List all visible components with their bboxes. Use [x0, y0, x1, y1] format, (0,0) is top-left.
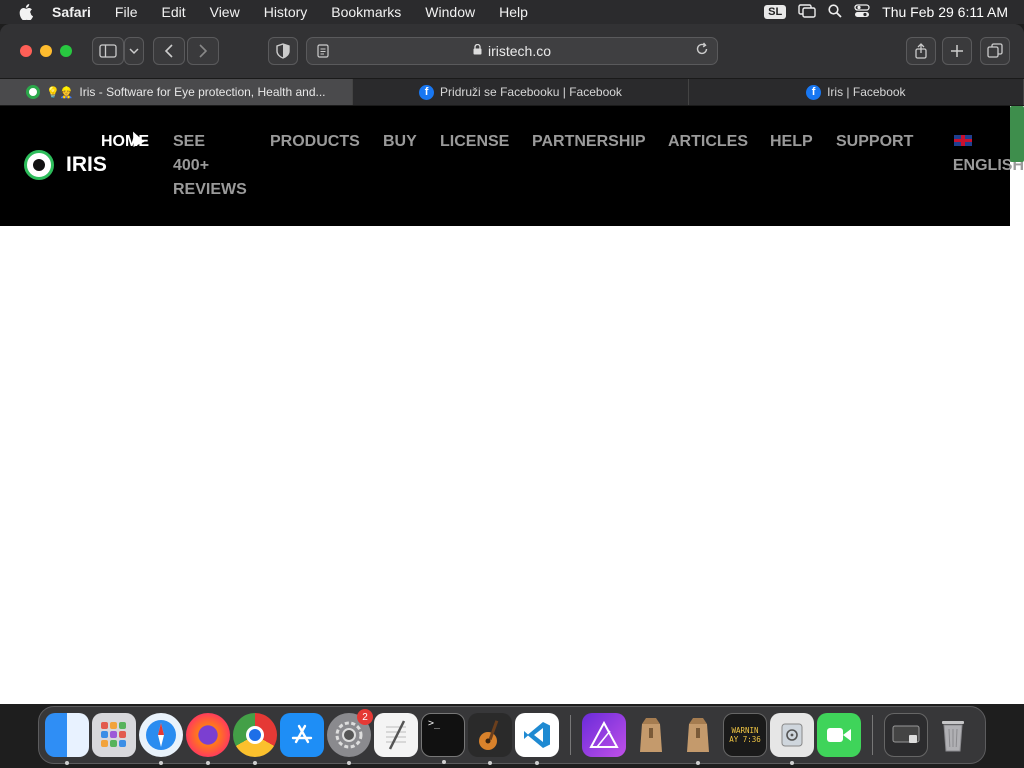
scrollbar-thumb[interactable] [1010, 106, 1024, 162]
share-button[interactable] [906, 37, 936, 65]
safari-icon[interactable] [139, 713, 183, 765]
chevron-right-icon [199, 44, 208, 58]
back-button[interactable] [153, 37, 185, 65]
launchpad-icon[interactable] [92, 713, 136, 757]
garageband-icon[interactable] [468, 713, 512, 765]
browser-toolbar: iristech.co [0, 24, 1024, 78]
logo-text: IRIS [66, 153, 107, 176]
tab-label: Pridruži se Facebooku | Facebook [440, 85, 622, 99]
menu-history[interactable]: History [252, 4, 320, 20]
tab-bar: 💡👷 Iris - Software for Eye protection, H… [0, 78, 1024, 106]
dock-separator [570, 715, 571, 755]
clock[interactable]: Thu Feb 29 6:11 AM [882, 4, 1008, 20]
nav-help[interactable]: HELP [770, 130, 813, 154]
facebook-icon: f [419, 84, 435, 100]
dock: 2 >_ WARNIN AY 7:36 [38, 706, 986, 765]
fullscreen-button[interactable] [60, 45, 72, 57]
search-icon[interactable] [828, 3, 842, 21]
input-source-badge[interactable]: SL [764, 5, 787, 19]
archive-utility-icon[interactable] [676, 713, 720, 765]
facetime-icon[interactable] [817, 713, 861, 757]
affinity-designer-icon[interactable] [582, 713, 626, 757]
share-icon [915, 43, 927, 59]
sidebar-dropdown-button[interactable] [124, 37, 144, 65]
bulb-icon: 💡👷 [46, 86, 74, 99]
close-button[interactable] [20, 45, 32, 57]
disk-utility-icon[interactable] [770, 713, 814, 765]
url-text: iristech.co [487, 43, 552, 59]
nav-reviews-line1: SEE [173, 133, 206, 150]
iris-favicon [26, 85, 40, 99]
trash-icon[interactable] [931, 713, 975, 757]
finder-icon[interactable] [45, 713, 89, 765]
system-preferences-icon[interactable]: 2 [327, 709, 373, 765]
privacy-report-button[interactable] [268, 37, 298, 65]
site-header: IRIS HOME SEE 400+ REVIEWS PRODUCTS BUY … [0, 106, 1024, 226]
new-tab-button[interactable] [942, 37, 972, 65]
vscode-icon[interactable] [515, 713, 559, 765]
chevron-left-icon [164, 44, 173, 58]
minimize-button[interactable] [40, 45, 52, 57]
sidebar-icon [99, 44, 117, 58]
nav-reviews[interactable]: SEE 400+ REVIEWS [173, 130, 247, 202]
dock-separator [872, 715, 873, 755]
sidebar-toggle-button[interactable] [92, 37, 124, 65]
nav-support[interactable]: SUPPORT [836, 130, 913, 154]
menu-view[interactable]: View [198, 4, 252, 20]
lock-icon [473, 43, 482, 58]
tab-overview-icon [987, 43, 1003, 58]
chrome-icon[interactable] [233, 713, 277, 765]
nav-partnership[interactable]: PARTNERSHIP [532, 130, 646, 154]
reader-icon[interactable] [317, 44, 329, 61]
terminal-icon[interactable]: >_ [421, 713, 465, 764]
app-store-icon[interactable] [280, 713, 324, 757]
tab-label: Iris | Facebook [827, 85, 906, 99]
control-center-icon[interactable] [854, 3, 870, 21]
uk-flag-icon [954, 135, 972, 146]
menu-window[interactable]: Window [413, 4, 487, 20]
reload-icon[interactable] [695, 42, 709, 59]
nav-reviews-line3: REVIEWS [173, 181, 247, 198]
facebook-icon: f [806, 84, 822, 100]
textedit-icon[interactable] [374, 713, 418, 757]
menu-file[interactable]: File [103, 4, 150, 20]
tab-iris[interactable]: 💡👷 Iris - Software for Eye protection, H… [0, 79, 354, 105]
plus-icon [951, 45, 963, 57]
iris-logo-icon [24, 150, 54, 180]
window-controls [20, 45, 72, 57]
safari-window: iristech.co 💡👷 Iris - Software for Eye p… [0, 24, 1024, 704]
tab-overview-button[interactable] [980, 37, 1010, 65]
tab-iris-facebook[interactable]: f Iris | Facebook [689, 79, 1024, 105]
address-bar[interactable]: iristech.co [306, 37, 718, 65]
menu-edit[interactable]: Edit [149, 4, 197, 20]
tab-label: Iris - Software for Eye protection, Heal… [79, 85, 326, 99]
nav-articles[interactable]: ARTICLES [668, 130, 748, 154]
firefox-icon[interactable] [186, 713, 230, 765]
tab-facebook-join[interactable]: f Pridruži se Facebooku | Facebook [353, 79, 689, 105]
chevron-down-icon [129, 48, 139, 55]
nav-license[interactable]: LICENSE [440, 130, 509, 154]
screen-mirroring-icon[interactable] [798, 3, 816, 21]
apple-menu-icon[interactable] [0, 4, 52, 20]
archive-utility-icon[interactable] [629, 713, 673, 757]
forward-button[interactable] [187, 37, 219, 65]
menu-bookmarks[interactable]: Bookmarks [319, 4, 413, 20]
console-icon[interactable]: WARNIN AY 7:36 [723, 713, 767, 757]
menu-bar: Safari File Edit View History Bookmarks … [0, 0, 1024, 24]
notification-badge: 2 [357, 709, 373, 725]
web-page: IRIS HOME SEE 400+ REVIEWS PRODUCTS BUY … [0, 106, 1024, 704]
nav-reviews-line2: 400+ [173, 157, 210, 174]
screenshot-icon[interactable] [884, 713, 928, 757]
menu-help[interactable]: Help [487, 4, 540, 20]
site-logo[interactable]: IRIS [24, 150, 107, 180]
menu-app-name[interactable]: Safari [52, 4, 103, 20]
nav-products[interactable]: PRODUCTS [270, 130, 360, 154]
shield-icon [276, 43, 290, 59]
nav-buy[interactable]: BUY [383, 130, 417, 154]
